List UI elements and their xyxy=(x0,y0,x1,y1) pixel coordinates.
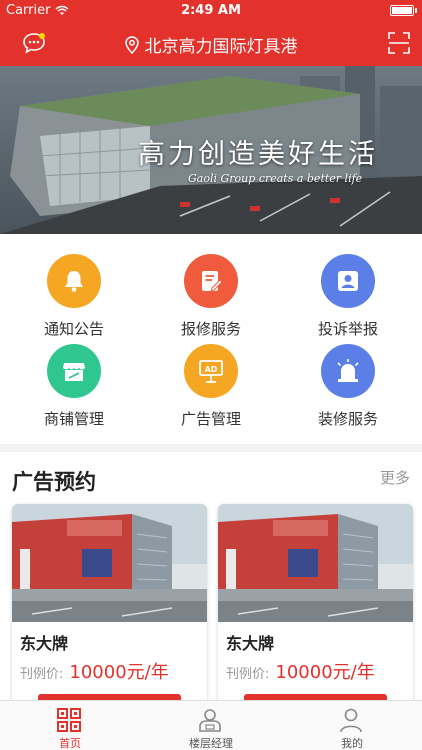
ad-card[interactable]: 东大牌 刊例价: 10000元/年 xyxy=(12,504,207,700)
location-pin-icon xyxy=(124,35,139,54)
status-time: 2:49 AM xyxy=(181,3,241,18)
service-decoration[interactable]: 装修服务 xyxy=(293,344,403,429)
location-selector[interactable]: 北京高力国际灯具港 xyxy=(0,32,422,57)
service-icon-circle xyxy=(321,344,375,398)
bell-icon xyxy=(65,271,83,292)
service-repair[interactable]: 报修服务 xyxy=(156,254,266,339)
tab-profile[interactable]: 我的 xyxy=(282,701,422,750)
tab-label: 首页 xyxy=(59,737,81,750)
service-advertising[interactable]: AD 广告管理 xyxy=(156,344,266,429)
service-icon-circle xyxy=(321,254,375,308)
ad-board-icon: AD xyxy=(199,360,223,383)
ad-card-name: 东大牌 xyxy=(20,634,69,653)
service-icon-circle xyxy=(184,254,238,308)
ad-booking-section: 广告预约 更多 东大牌 刊例价: 10000元/年 东大牌 刊例价: 10000… xyxy=(0,452,422,700)
tab-bar: 首页 楼层经理 我的 xyxy=(0,700,422,750)
tab-floor-manager[interactable]: 楼层经理 xyxy=(141,701,281,750)
scan-icon[interactable] xyxy=(388,32,410,54)
service-complaint[interactable]: 投诉举报 xyxy=(293,254,403,339)
status-bar: Carrier 2:49 AM xyxy=(0,0,422,22)
tab-home[interactable]: 首页 xyxy=(0,701,140,750)
price-label: 刊例价: xyxy=(226,667,270,682)
more-link[interactable]: 更多 xyxy=(380,467,410,488)
header: 北京高力国际灯具港 xyxy=(0,22,422,66)
services-grid: 通知公告 报修服务 投诉举报 商铺管理 AD 广告管理 装修服务 xyxy=(0,234,422,444)
ad-card-photo xyxy=(218,504,413,622)
top-bar: Carrier 2:49 AM 北京高力国际灯具港 xyxy=(0,0,422,66)
tab-label: 我的 xyxy=(341,737,363,750)
price-label: 刊例价: xyxy=(20,667,64,682)
person-report-icon xyxy=(338,271,358,291)
service-icon-circle: AD xyxy=(184,344,238,398)
alarm-light-icon xyxy=(337,359,359,382)
service-label: 通知公告 xyxy=(43,320,104,338)
profile-icon xyxy=(340,708,362,733)
service-label: 报修服务 xyxy=(180,320,241,338)
home-grid-icon xyxy=(57,708,81,732)
ad-card-name: 东大牌 xyxy=(226,634,275,653)
service-label: 商铺管理 xyxy=(43,410,104,428)
service-label: 投诉举报 xyxy=(317,320,378,338)
price-value: 10000元/年 xyxy=(275,662,375,683)
service-label: 广告管理 xyxy=(180,410,241,428)
service-label: 装修服务 xyxy=(317,410,378,428)
service-notice[interactable]: 通知公告 xyxy=(19,254,129,339)
section-title: 广告预约 xyxy=(12,470,96,494)
banner-slogan-english: Gaoli Group creats a better life xyxy=(188,172,363,185)
ad-card[interactable]: 东大牌 刊例价: 10000元/年 xyxy=(218,504,413,700)
svg-text:AD: AD xyxy=(205,365,218,374)
battery-icon xyxy=(390,5,417,16)
shop-icon xyxy=(63,363,85,381)
service-shop[interactable]: 商铺管理 xyxy=(19,344,129,429)
price-value: 10000元/年 xyxy=(69,662,169,683)
tab-label: 楼层经理 xyxy=(189,737,233,750)
edit-pen-icon xyxy=(202,271,223,292)
ad-card-photo xyxy=(12,504,207,622)
location-name: 北京高力国际灯具港 xyxy=(144,37,298,57)
service-icon-circle xyxy=(47,344,101,398)
service-icon-circle xyxy=(47,254,101,308)
banner-carousel[interactable]: 高力创造美好生活 Gaoli Group creats a better lif… xyxy=(0,66,422,234)
manager-icon xyxy=(199,709,221,732)
ad-card-price-row: 刊例价: 10000元/年 xyxy=(20,658,169,684)
ad-card-price-row: 刊例价: 10000元/年 xyxy=(226,658,375,684)
banner-slogan: 高力创造美好生活 xyxy=(138,139,378,170)
